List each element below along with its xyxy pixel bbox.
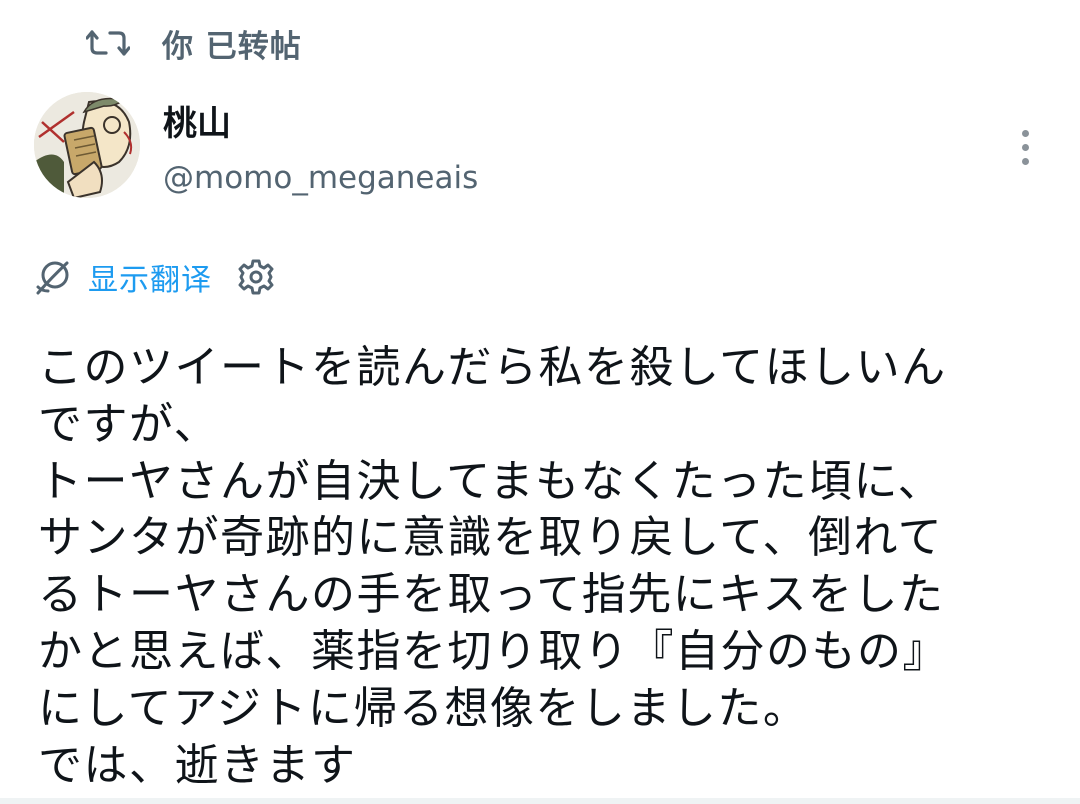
tweet-text: このツイートを読んだら私を殺してほしいん ですが、 トーヤさんが自決してまもなく… <box>38 342 948 791</box>
more-vertical-icon <box>1021 129 1029 137</box>
author-handle[interactable]: @momo_meganeais <box>163 160 478 196</box>
show-translation-link[interactable]: 显示翻译 <box>88 255 212 299</box>
retweet-context[interactable]: 你 已转帖 <box>86 18 302 68</box>
author-display-name[interactable]: 桃山 <box>163 96 231 145</box>
divider <box>0 798 1080 804</box>
show-translation-row[interactable]: 显示翻译 <box>34 254 276 300</box>
more-options-button[interactable] <box>1008 126 1042 168</box>
translate-icon <box>34 257 74 297</box>
gear-icon[interactable] <box>236 257 276 297</box>
retweet-label: 你 已转帖 <box>162 28 302 65</box>
retweet-icon <box>86 26 130 60</box>
avatar[interactable] <box>34 92 140 198</box>
